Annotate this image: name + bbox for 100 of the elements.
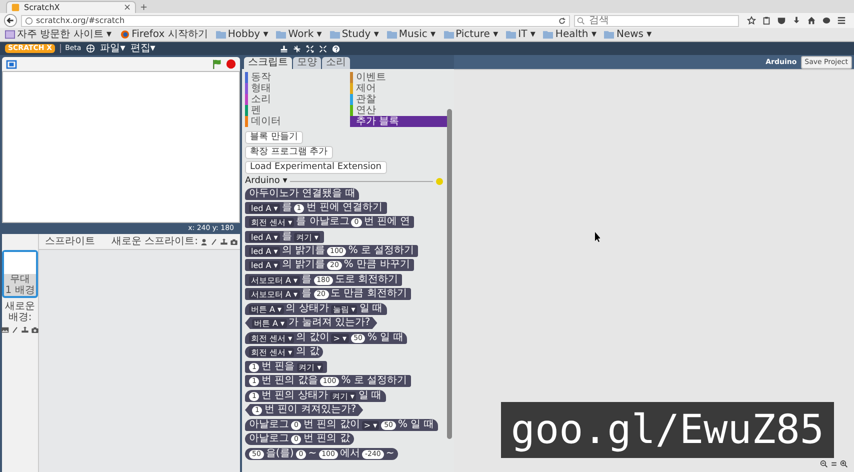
stamp-icon[interactable] (280, 44, 288, 52)
bookmark[interactable]: News ▾ (604, 28, 652, 40)
block-dropdown[interactable]: 회전 센서 ▾ (249, 334, 294, 342)
code-block[interactable]: 아두이노가 연결됐을 때 (245, 188, 360, 200)
block-dropdown[interactable]: 눌림 ▾ (330, 304, 358, 314)
block-dropdown[interactable]: 회전 센서 ▾ (249, 218, 294, 226)
person-icon[interactable] (200, 238, 208, 246)
backdrop-count: 1 배경 (5, 285, 35, 296)
block-dropdown[interactable]: > ▾ (362, 420, 380, 430)
tab[interactable]: 모양 (293, 57, 321, 69)
address-bar[interactable]: scratchx.org/#scratch (21, 14, 570, 26)
folder-icon (543, 30, 554, 39)
back-button[interactable] (4, 14, 17, 27)
block-dropdown[interactable]: 버튼 A ▾ (252, 318, 287, 328)
upload-icon[interactable] (220, 238, 228, 246)
category-item[interactable]: 데이터 (245, 116, 342, 127)
bookmark[interactable]: 자주 방문한 사이트 ▾ (5, 28, 112, 40)
block-dropdown[interactable]: led A ▾ (249, 246, 280, 256)
block-label: 번 핀의 상태가 (261, 391, 328, 401)
browser-tab[interactable]: ScratchX × (6, 1, 136, 13)
bookmark[interactable]: Work ▾ (276, 28, 322, 40)
block-label: 를 (282, 232, 292, 242)
category-item[interactable]: 추가 블록 (350, 116, 447, 127)
menu-item[interactable]: 파일▾ (100, 42, 126, 54)
block-dropdown[interactable]: led A ▾ (249, 232, 280, 242)
block-label: 의 값 (296, 347, 320, 357)
bookmark[interactable]: Hobby ▾ (216, 28, 268, 40)
upload-icon[interactable] (21, 326, 29, 334)
flag-icon[interactable] (212, 59, 222, 69)
new-tab-button[interactable]: + (140, 3, 148, 13)
bookmark[interactable]: Study ▾ (330, 28, 379, 40)
block-dropdown[interactable]: 켜기 ▾ (296, 362, 324, 372)
grow-icon[interactable] (306, 44, 314, 52)
page-icon (11, 3, 20, 12)
block-label: 도로 회전하기 (334, 275, 398, 285)
palette-button[interactable]: 확장 프로그램 추가 (245, 146, 333, 159)
paintbrush-icon[interactable] (210, 238, 218, 246)
chat-icon[interactable] (822, 16, 831, 25)
shrink-icon[interactable] (319, 44, 328, 52)
block-label: % 로 설정하기 (348, 246, 414, 256)
pocket-icon[interactable] (777, 16, 786, 25)
block-dropdown[interactable]: 켜기 ▾ (294, 232, 320, 242)
clipboard-icon[interactable] (762, 16, 771, 25)
menu-item[interactable]: 편집▾ (130, 42, 156, 54)
block-label: 의 값이 (296, 333, 330, 343)
block-dropdown[interactable]: 회전 센서 ▾ (249, 348, 294, 356)
category-item[interactable]: 펜 (245, 105, 342, 116)
zoom-in-icon[interactable] (840, 460, 848, 468)
search-icon (577, 16, 585, 24)
presentation-mode-icon[interactable] (6, 60, 17, 68)
search-field[interactable]: 검색 (574, 14, 739, 26)
block-dropdown[interactable]: led A ▾ (249, 260, 280, 270)
reload-icon[interactable] (558, 16, 566, 24)
extension-menu[interactable]: Arduino ▾ (245, 176, 288, 186)
folder-icon (506, 30, 516, 39)
scripts-area[interactable]: goo.gl/EwuZ85 (454, 69, 854, 472)
home-icon[interactable] (807, 16, 816, 25)
landscape-icon[interactable] (1, 326, 9, 334)
paintbrush-icon[interactable] (11, 326, 19, 334)
category-item[interactable]: 형태 (245, 83, 342, 94)
code-block[interactable]: 회전 센서 ▾ 의 값 (245, 346, 324, 358)
block-dropdown[interactable]: 서보모터 A ▾ (249, 290, 300, 298)
block-label: 을(를) (266, 449, 294, 459)
stage-name: 무대 (10, 274, 30, 285)
block-label: 를 아날로그 (296, 217, 350, 227)
code-block[interactable]: 버튼 A ▾ 의 상태가 눌림 ▾ 일 때 (245, 303, 387, 315)
bookmark[interactable]: Health ▾ (543, 28, 596, 40)
bookmark[interactable]: Firefox 시작하기 (120, 28, 208, 40)
block-dropdown[interactable]: 켜기 ▾ (330, 392, 356, 400)
download-icon[interactable] (792, 16, 801, 25)
palette-button[interactable]: Load Experimental Extension (245, 161, 387, 174)
block-dropdown[interactable]: led A ▾ (249, 204, 280, 212)
stage-thumbnail[interactable]: 무대 1 배경 (2, 250, 38, 298)
zoom-reset-icon[interactable] (830, 460, 838, 468)
zoom-out-icon[interactable] (820, 460, 828, 468)
camera-icon[interactable] (230, 238, 238, 246)
category-item[interactable]: 동작 (245, 72, 342, 83)
bookmark[interactable]: Picture ▾ (444, 28, 498, 40)
help-icon[interactable] (332, 44, 340, 52)
block-label: ~ (386, 449, 394, 459)
block-label: 번 핀의 값이 (303, 420, 360, 430)
link-caption: goo.gl/EwuZ85 (500, 402, 834, 458)
scrollbar[interactable] (447, 109, 452, 439)
block-label: 에서 (340, 449, 360, 459)
close-tab-button[interactable]: × (123, 2, 131, 12)
bookmark[interactable]: IT ▾ (506, 28, 536, 40)
tab[interactable]: 스크립트 (244, 57, 292, 69)
stop-icon[interactable] (226, 59, 236, 69)
code-block[interactable]: led A ▾ 를 켜기 ▾ (245, 231, 324, 243)
block-dropdown[interactable]: 서보모터 A ▾ (249, 276, 300, 284)
block-dropdown[interactable]: 버튼 A ▾ (249, 304, 284, 314)
block-dropdown[interactable]: > ▾ (331, 334, 349, 342)
star-icon[interactable] (747, 16, 756, 25)
palette-button[interactable]: 블록 만들기 (245, 131, 303, 144)
bookmark[interactable]: Music ▾ (386, 28, 436, 40)
camera-icon[interactable] (31, 326, 39, 334)
code-block[interactable]: 버튼 A ▾ 가 눌려져 있는가? (245, 317, 378, 329)
menu-icon[interactable] (837, 16, 846, 25)
category-item[interactable]: 소리 (245, 94, 342, 105)
tab[interactable]: 소리 (322, 57, 350, 69)
